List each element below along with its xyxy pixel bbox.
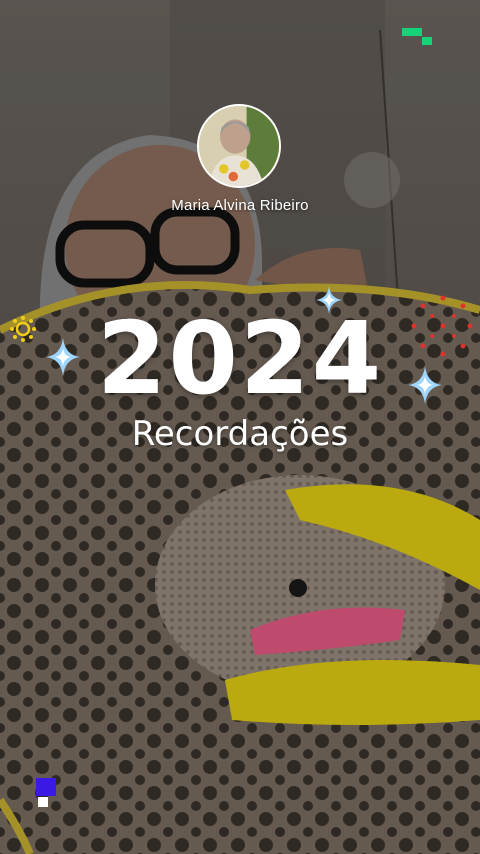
memories-story[interactable]: Maria Alvina Ribeiro 2024 Recordações [0,0,480,854]
badge-icon [36,778,56,807]
profile-name[interactable]: Maria Alvina Ribeiro [0,197,480,214]
badge-icon [402,28,432,45]
profile-photo [199,106,279,186]
memories-year: 2024 [96,300,384,417]
memories-title: Recordações [131,414,349,454]
profile-avatar[interactable] [197,104,281,188]
